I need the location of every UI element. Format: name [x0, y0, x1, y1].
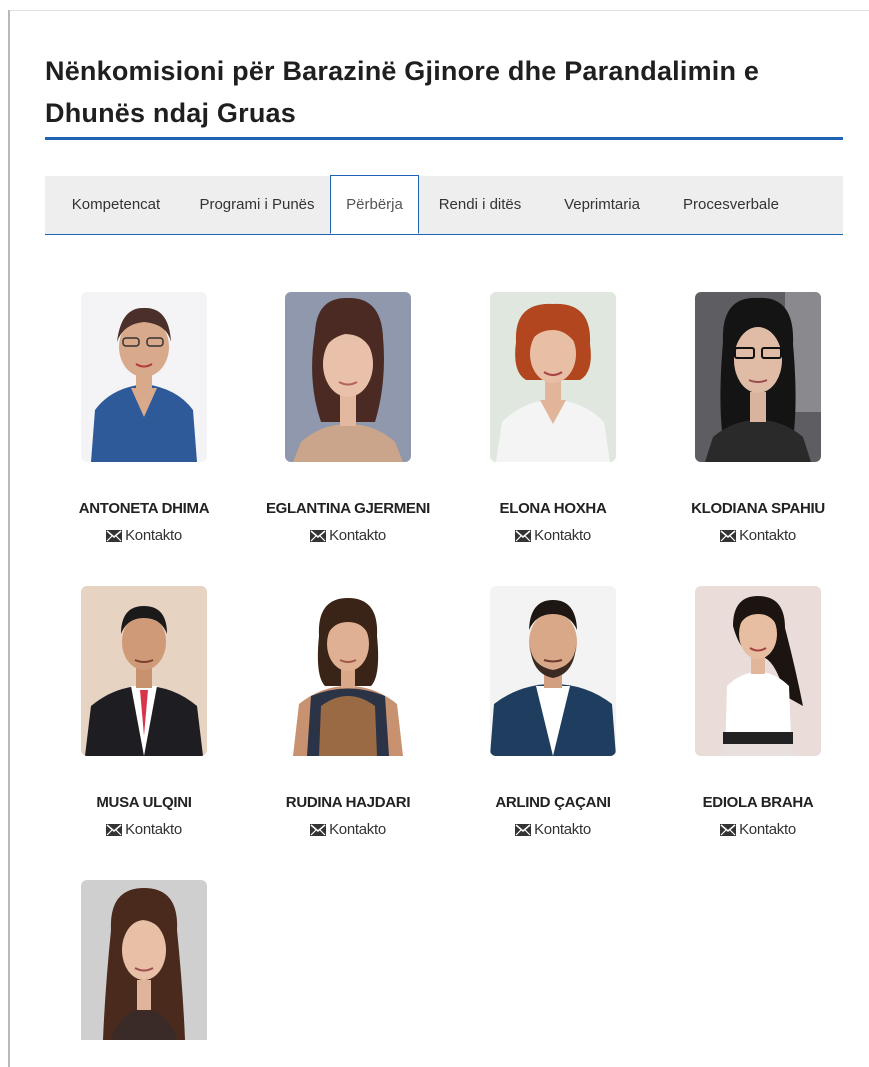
page-frame-left	[8, 10, 10, 1067]
member-card: RUDINA HAJDARI Kontakto	[258, 586, 438, 841]
envelope-icon	[720, 529, 737, 542]
member-photo[interactable]	[490, 586, 616, 756]
member-photo[interactable]	[490, 292, 616, 462]
member-name: ANTONETA DHIMA	[78, 500, 210, 517]
member-card: EGLANTINA GJERMENI Kontakto	[258, 292, 438, 547]
member-card: ARLIND ÇAÇANI Kontakto	[463, 586, 643, 841]
contact-link[interactable]: Kontakto	[720, 821, 796, 838]
envelope-icon	[515, 529, 532, 542]
member-photo[interactable]	[695, 586, 821, 756]
contact-label: Kontakto	[125, 527, 182, 544]
member-name: MUSA ULQINI	[96, 794, 192, 811]
member-card: EDIOLA BRAHA Kontakto	[668, 586, 848, 841]
tab-procesverbale[interactable]: Procesverbale	[665, 176, 797, 234]
tab-programi-i-punes[interactable]: Programi i Punës	[183, 176, 331, 234]
contact-link[interactable]: Kontakto	[310, 821, 386, 838]
contact-label: Kontakto	[739, 821, 796, 838]
contact-link[interactable]: Kontakto	[720, 527, 796, 544]
contact-link[interactable]: Kontakto	[310, 527, 386, 544]
envelope-icon	[106, 529, 123, 542]
contact-link[interactable]: Kontakto	[106, 821, 182, 838]
member-name: EGLANTINA GJERMENI	[265, 500, 431, 517]
member-name: ARLIND ÇAÇANI	[495, 794, 611, 811]
envelope-icon	[310, 529, 327, 542]
page-title: Nënkomisioni për Barazinë Gjinore dhe Pa…	[45, 56, 760, 128]
contact-label: Kontakto	[739, 527, 796, 544]
member-photo[interactable]	[81, 292, 207, 462]
tab-perberja[interactable]: Përbërja	[330, 175, 419, 234]
member-name: EDIOLA BRAHA	[702, 794, 814, 811]
member-photo[interactable]	[285, 586, 411, 756]
contact-label: Kontakto	[125, 821, 182, 838]
member-name: RUDINA HAJDARI	[285, 794, 411, 811]
contact-label: Kontakto	[534, 527, 591, 544]
envelope-icon	[515, 823, 532, 836]
contact-link[interactable]: Kontakto	[515, 527, 591, 544]
member-photo[interactable]	[81, 880, 207, 1040]
member-card: KLODIANA SPAHIU Kontakto	[668, 292, 848, 547]
contact-link[interactable]: Kontakto	[106, 527, 182, 544]
contact-label: Kontakto	[329, 527, 386, 544]
contact-label: Kontakto	[534, 821, 591, 838]
member-photo[interactable]	[285, 292, 411, 462]
page-frame-top	[8, 10, 869, 11]
title-divider	[45, 137, 843, 140]
tab-veprimtaria[interactable]: Veprimtaria	[547, 176, 657, 234]
member-card	[54, 880, 234, 1040]
member-card: ELONA HOXHA Kontakto	[463, 292, 643, 547]
tab-bar: Kompetencat Programi i Punës Përbërja Re…	[45, 175, 843, 235]
envelope-icon	[720, 823, 737, 836]
contact-link[interactable]: Kontakto	[515, 821, 591, 838]
member-card: ANTONETA DHIMA Kontakto	[54, 292, 234, 547]
envelope-icon	[106, 823, 123, 836]
envelope-icon	[310, 823, 327, 836]
member-photo[interactable]	[695, 292, 821, 462]
member-name: KLODIANA SPAHIU	[691, 500, 825, 517]
contact-label: Kontakto	[329, 821, 386, 838]
tab-rendi-i-dites[interactable]: Rendi i ditës	[422, 176, 538, 234]
tab-kompetencat[interactable]: Kompetencat	[49, 176, 183, 234]
member-photo[interactable]	[81, 586, 207, 756]
member-card: MUSA ULQINI Kontakto	[54, 586, 234, 841]
member-name: ELONA HOXHA	[499, 500, 607, 517]
